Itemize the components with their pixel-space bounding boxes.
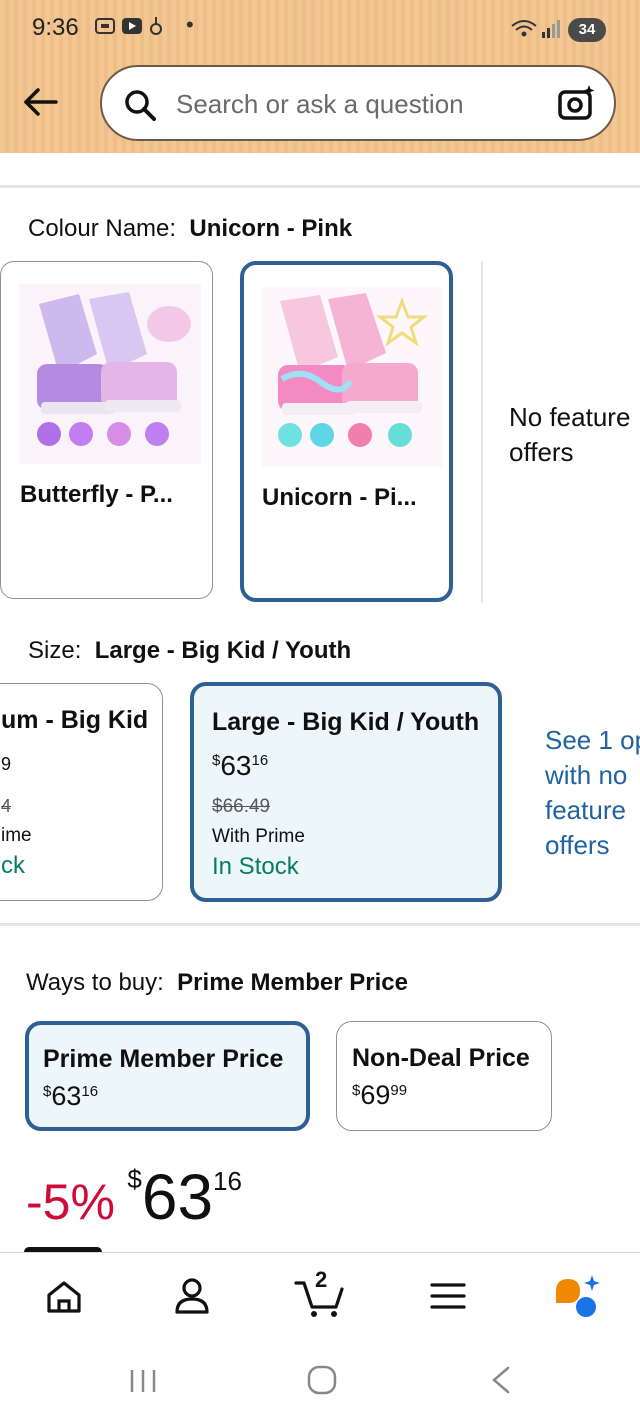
size-option-title: um - Big Kid — [1, 706, 149, 734]
price-whole: 63 — [51, 1081, 82, 1111]
non-deal-price-option[interactable]: Non-Deal Price $6999 — [336, 1021, 552, 1131]
size-option-medium[interactable]: um - Big Kid 9 4 ime ck — [0, 683, 163, 901]
account-icon[interactable] — [173, 1277, 211, 1320]
no-featured-line: offers — [509, 437, 574, 467]
system-navigation-bar — [0, 1338, 640, 1422]
no-featured-line: No feature — [509, 402, 631, 432]
colour-option-title: Butterfly - P... — [20, 481, 173, 508]
divider — [0, 923, 640, 926]
link-line: feature — [545, 795, 626, 825]
search-bar[interactable] — [100, 65, 616, 141]
price-fraction: 99 — [390, 1082, 408, 1099]
divider — [0, 185, 640, 188]
link-line: offers — [545, 830, 610, 860]
size-price: $6316 — [212, 750, 268, 782]
ways-to-buy-label: Ways to buy: — [26, 969, 164, 996]
status-bar: 9:36 • 34 — [0, 0, 640, 60]
back-arrow-icon[interactable] — [22, 84, 58, 120]
size-option-large[interactable]: Large - Big Kid / Youth $6316 $66.49 Wit… — [190, 682, 502, 902]
price-whole: 69 — [360, 1080, 391, 1110]
list-price: $66.49 — [212, 796, 271, 817]
ways-to-buy-row: Ways to buy: Prime Member Price — [26, 969, 408, 997]
product-image-butterfly — [19, 284, 201, 464]
dot-icon: • — [186, 12, 194, 37]
colour-selected-value: Unicorn - Pink — [189, 215, 353, 242]
buy-option-title: Prime Member Price — [43, 1045, 284, 1073]
divider — [481, 261, 483, 603]
search-input[interactable] — [174, 85, 538, 123]
discount-percent: -5% — [26, 1174, 115, 1230]
colour-swatch-unicorn[interactable]: Unicorn - Pi... — [240, 261, 453, 602]
price-whole: 63 — [141, 1161, 214, 1233]
system-back-icon[interactable] — [488, 1364, 514, 1401]
deal-price: -5% $6316 — [26, 1160, 242, 1234]
price-fraction: 16 — [81, 1083, 99, 1100]
battery-indicator: 34 — [568, 18, 606, 42]
notification-icons — [94, 14, 180, 44]
signal-icons — [510, 18, 560, 45]
search-icon[interactable] — [122, 87, 158, 128]
colour-label: Colour Name: — [28, 215, 177, 242]
prime-fragment: ime — [1, 825, 32, 846]
currency-symbol: $ — [212, 752, 221, 769]
stock-fragment: ck — [1, 852, 25, 879]
colour-option-title: Unicorn - Pi... — [262, 484, 417, 511]
link-line: with no — [545, 760, 628, 790]
size-option-title: Large - Big Kid / Youth — [212, 708, 480, 736]
product-image-unicorn — [262, 287, 442, 467]
buy-option-price: $6999 — [352, 1080, 407, 1111]
list-price-fragment: 4 — [1, 796, 12, 816]
size-label: Size: — [28, 637, 82, 664]
status-time: 9:36 — [32, 14, 79, 41]
price-whole: 63 — [220, 750, 252, 781]
size-selected-value: Large - Big Kid / Youth — [94, 637, 352, 664]
buy-option-price: $6316 — [43, 1081, 98, 1112]
price-fraction: 16 — [251, 752, 269, 769]
see-options-link[interactable]: See 1 op with no feature offers — [545, 723, 640, 863]
stock-status: In Stock — [212, 853, 299, 880]
price-fragment: 9 — [1, 754, 12, 774]
colour-swatch-butterfly[interactable]: Butterfly - P... — [0, 261, 213, 599]
price-fraction: 16 — [213, 1166, 242, 1196]
ways-to-buy-selected: Prime Member Price — [177, 969, 408, 996]
camera-search-icon[interactable] — [556, 83, 596, 128]
prime-member-price-option[interactable]: Prime Member Price $6316 — [25, 1021, 310, 1131]
home-button-icon[interactable] — [306, 1364, 338, 1401]
bottom-navigation: 2 — [0, 1252, 640, 1339]
app-header: 9:36 • 34 — [0, 0, 640, 153]
buy-option-title: Non-Deal Price — [352, 1044, 530, 1072]
rufus-assistant-icon[interactable] — [552, 1273, 600, 1324]
currency-symbol: $ — [127, 1164, 142, 1194]
menu-icon[interactable] — [430, 1281, 466, 1316]
size-label-row: Size: Large - Big Kid / Youth — [28, 637, 351, 665]
home-icon[interactable] — [45, 1279, 83, 1320]
cart-count: 2 — [315, 1267, 328, 1292]
no-featured-offers-text: No feature offers — [509, 400, 630, 470]
link-line: See 1 op — [545, 725, 640, 755]
colour-label-row: Colour Name: Unicorn - Pink — [28, 215, 352, 243]
currency-symbol: $ — [43, 1083, 52, 1100]
recent-apps-icon[interactable] — [128, 1366, 158, 1401]
currency-symbol: $ — [352, 1082, 361, 1099]
prime-text: With Prime — [212, 826, 305, 847]
